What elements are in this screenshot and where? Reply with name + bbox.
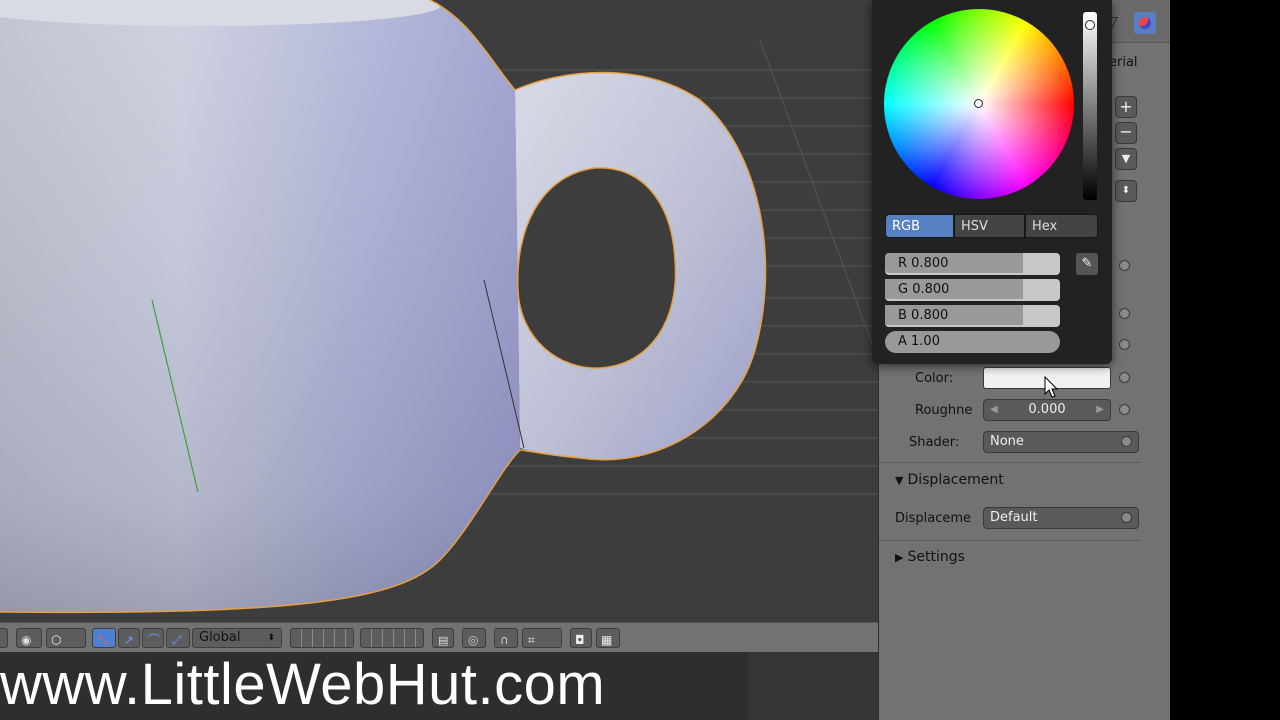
pivot-point-button[interactable]: ⬡ bbox=[46, 628, 86, 648]
tab-hex[interactable]: Hex bbox=[1025, 214, 1098, 238]
green-slider[interactable]: G 0.800 bbox=[885, 279, 1060, 301]
clapper-icon: ▦ bbox=[601, 633, 613, 647]
proportional-icon: ◎ bbox=[468, 633, 479, 647]
tab-hex-label: Hex bbox=[1032, 219, 1058, 234]
displacement-dropdown[interactable]: Default bbox=[983, 507, 1139, 529]
proportional-edit-button[interactable]: ◎ bbox=[462, 628, 486, 648]
displacement-panel-title: Displacement bbox=[907, 472, 1004, 488]
updown-arrow-icon: ⬍ bbox=[267, 633, 275, 643]
mouse-cursor-icon bbox=[1044, 376, 1059, 398]
view-menu-button[interactable] bbox=[0, 628, 8, 648]
settings-panel-header[interactable]: ▶ Settings bbox=[895, 549, 965, 565]
shading-mode-button[interactable]: ◉ bbox=[16, 628, 42, 648]
value-slider[interactable] bbox=[1083, 12, 1097, 200]
wheel-cursor[interactable] bbox=[974, 99, 983, 108]
layers-icon: ▤ bbox=[438, 634, 449, 647]
expand-triangle-icon: ▼ bbox=[895, 474, 904, 487]
manipulator-toggle[interactable]: ⤡ bbox=[92, 628, 116, 648]
roughness-value: 0.000 bbox=[1028, 402, 1066, 417]
settings-panel-title: Settings bbox=[907, 549, 965, 565]
color-label: Color: bbox=[915, 371, 954, 386]
green-slider-label: G 0.800 bbox=[898, 282, 950, 297]
render-animation-button[interactable]: ▦ bbox=[596, 628, 620, 648]
blue-slider-label: B 0.800 bbox=[898, 308, 949, 323]
add-slot-button[interactable]: + bbox=[1115, 96, 1137, 118]
color-socket-dot[interactable] bbox=[1119, 372, 1130, 383]
watermark-text: www.LittleWebHut.com bbox=[0, 652, 606, 717]
shader-label: Shader: bbox=[909, 435, 960, 450]
material-header-label: erial bbox=[1109, 55, 1138, 70]
slot-updown-button[interactable]: ⬍ bbox=[1115, 180, 1137, 202]
keyframe-dot-2[interactable] bbox=[1119, 308, 1130, 319]
handle-hole bbox=[517, 167, 677, 369]
decrement-arrow-icon[interactable]: ◀ bbox=[990, 400, 998, 420]
snap-element-dropdown[interactable]: ⌗ bbox=[522, 628, 562, 648]
translate-manipulator[interactable]: ↗ bbox=[118, 628, 140, 648]
tab-rgb-label: RGB bbox=[892, 219, 921, 234]
timeline-panel bbox=[748, 652, 878, 720]
alpha-slider-label: A 1.00 bbox=[898, 334, 940, 349]
tab-hsv[interactable]: HSV bbox=[954, 214, 1025, 238]
divider bbox=[879, 462, 1141, 463]
tab-rgb[interactable]: RGB bbox=[885, 214, 954, 238]
orientation-value: Global bbox=[199, 630, 241, 645]
color-keyframe-dot[interactable] bbox=[1119, 260, 1130, 271]
scale-manipulator[interactable]: ⤢ bbox=[166, 628, 190, 648]
color-wheel[interactable] bbox=[884, 9, 1074, 199]
roughness-socket-dot[interactable] bbox=[1119, 404, 1130, 415]
keyframe-dot-3[interactable] bbox=[1119, 339, 1130, 350]
rotate-manipulator[interactable]: ⌒ bbox=[142, 628, 164, 648]
shader-dropdown[interactable]: None bbox=[983, 431, 1139, 453]
red-slider[interactable]: R 0.800 bbox=[885, 253, 1060, 275]
roughness-field[interactable]: ◀ 0.000 ▶ bbox=[983, 399, 1111, 421]
viewport-scene bbox=[0, 0, 878, 614]
shader-value: None bbox=[990, 434, 1024, 449]
displacement-value: Default bbox=[990, 510, 1038, 525]
red-slider-label: R 0.800 bbox=[898, 256, 949, 271]
eyedropper-icon[interactable]: ✎ bbox=[1076, 253, 1098, 275]
displacement-socket-dot bbox=[1121, 512, 1132, 523]
scale-icon: ⤢ bbox=[172, 633, 182, 647]
lock-layers-button[interactable]: ▤ bbox=[432, 628, 454, 648]
remove-slot-button[interactable]: − bbox=[1115, 122, 1137, 144]
displacement-panel-header[interactable]: ▼ Displacement bbox=[895, 472, 1004, 488]
magnet-icon: ∩ bbox=[500, 633, 509, 647]
material-tab-icon[interactable] bbox=[1134, 12, 1156, 34]
camera-icon: ◘ bbox=[575, 633, 585, 647]
viewport-header: ◉ ⬡ ⤡ ↗ ⌒ ⤢ Global ⬍ ▤ ◎ ∩ ⌗ ◘ ▦ bbox=[0, 622, 878, 652]
alpha-slider[interactable]: A 1.00 bbox=[885, 331, 1060, 353]
shading-icon: ◉ bbox=[21, 633, 32, 647]
blue-slider[interactable]: B 0.800 bbox=[885, 305, 1060, 327]
collapse-triangle-icon: ▶ bbox=[895, 551, 904, 564]
shader-socket-dot bbox=[1121, 436, 1132, 447]
transform-orientation-dropdown[interactable]: Global ⬍ bbox=[192, 628, 282, 648]
increment-arrow-icon[interactable]: ▶ bbox=[1096, 400, 1104, 420]
screen-edge bbox=[1170, 0, 1280, 720]
divider bbox=[879, 540, 1141, 541]
layer-buttons-group-2[interactable] bbox=[360, 628, 424, 648]
snap-target-icon: ⌗ bbox=[528, 633, 535, 647]
pivot-icon: ⬡ bbox=[51, 633, 62, 647]
rotate-icon: ⌒ bbox=[148, 633, 161, 647]
snap-toggle-button[interactable]: ∩ bbox=[494, 628, 518, 648]
value-slider-handle[interactable] bbox=[1085, 20, 1095, 30]
3d-viewport[interactable] bbox=[0, 0, 878, 622]
render-button[interactable]: ◘ bbox=[570, 628, 592, 648]
translate-icon: ↗ bbox=[124, 633, 135, 647]
color-picker-popup[interactable]: RGB HSV Hex R 0.800 G 0.800 B 0.800 A 1.… bbox=[872, 0, 1112, 364]
slot-menu-button[interactable]: ▼ bbox=[1115, 148, 1137, 170]
manipulator-icon: ⤡ bbox=[98, 633, 108, 647]
roughness-label: Roughne bbox=[915, 403, 973, 418]
tab-hsv-label: HSV bbox=[961, 219, 988, 234]
layer-buttons-group-1[interactable] bbox=[290, 628, 354, 648]
displacement-label: Displaceme bbox=[895, 511, 972, 526]
